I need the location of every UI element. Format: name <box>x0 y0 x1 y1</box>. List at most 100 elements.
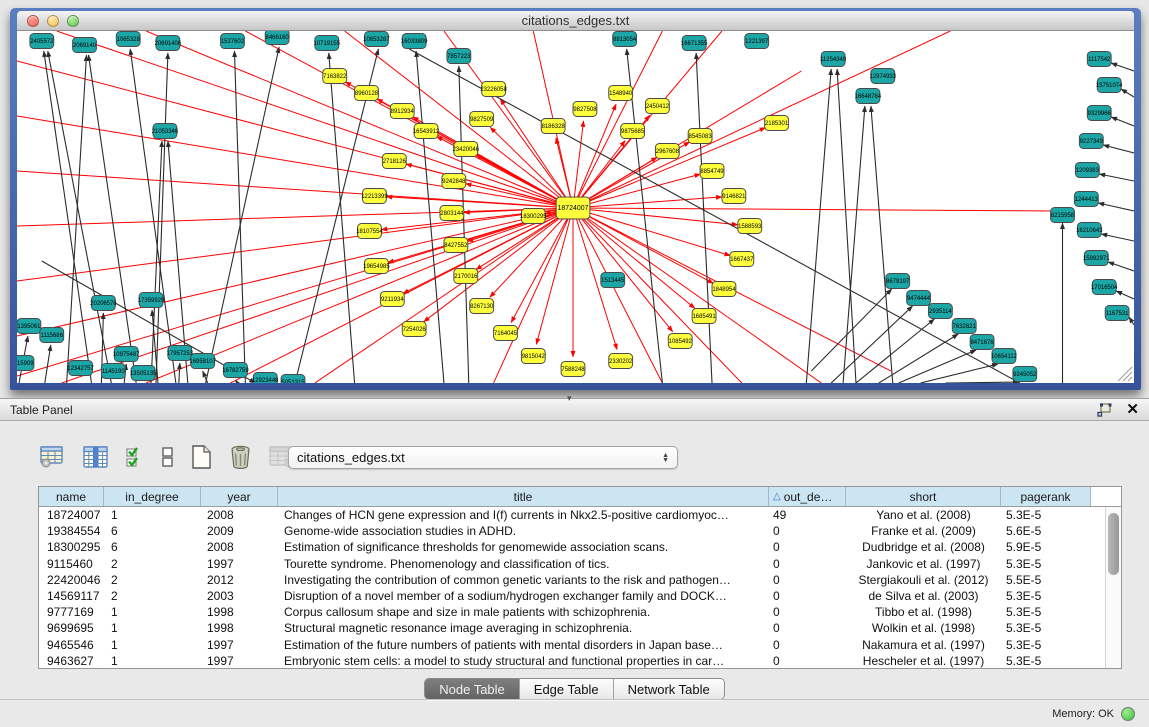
graph-node[interactable]: 7254026 <box>402 322 426 337</box>
graph-node[interactable]: 12974933 <box>870 69 897 84</box>
graph-node[interactable]: 8960128 <box>355 86 379 101</box>
table-row[interactable]: 1456911722003Disruption of a novel membe… <box>39 588 1105 604</box>
graph-node[interactable]: 9815042 <box>521 349 545 364</box>
graph-node[interactable]: 16958107 <box>189 354 216 369</box>
graph-node[interactable]: 1115686 <box>40 328 64 343</box>
graph-node[interactable]: 16543912 <box>413 124 440 139</box>
graph-node[interactable]: 1209383 <box>1075 163 1099 178</box>
graph-node[interactable]: 5051315 <box>281 375 305 384</box>
table-vertical-scrollbar[interactable] <box>1105 507 1121 668</box>
graph-node[interactable]: 2718126 <box>382 154 406 169</box>
graph-node[interactable]: 20206576 <box>90 296 117 311</box>
graph-node[interactable]: 9474444 <box>907 291 931 306</box>
graph-node[interactable]: 7857223 <box>447 49 471 64</box>
graph-node[interactable]: 1548940 <box>609 86 633 101</box>
graph-node[interactable]: 16210643 <box>1076 223 1103 238</box>
graph-node[interactable]: 1667437 <box>730 252 754 267</box>
graph-node[interactable]: 8267130 <box>470 299 494 314</box>
graph-node[interactable]: 23226058 <box>480 82 507 97</box>
graph-node[interactable]: 19654985 <box>363 259 390 274</box>
graph-node[interactable]: 16782759 <box>222 363 249 378</box>
graph-node[interactable]: 1527602 <box>221 34 245 49</box>
graph-node[interactable]: 2803144 <box>440 206 464 221</box>
graph-node[interactable]: 2967608 <box>655 144 679 159</box>
table-row[interactable]: 2242004622012Investigating the contribut… <box>39 572 1105 588</box>
graph-node[interactable]: 2935114 <box>928 304 952 319</box>
graph-node[interactable]: 7163822 <box>323 69 347 84</box>
memory-status-indicator[interactable] <box>1121 707 1135 721</box>
column-header-short[interactable]: short <box>846 487 1001 506</box>
graph-node[interactable]: 1085492 <box>668 334 692 349</box>
graph-node[interactable]: 7632621 <box>952 319 976 334</box>
panel-collapse-handle-icon[interactable]: ▾ <box>567 393 572 404</box>
table-row[interactable]: 1872400712008Changes of HCN gene express… <box>39 507 1105 523</box>
graph-node[interactable]: 1395061 <box>17 319 41 334</box>
graph-node[interactable]: 3915909 <box>17 356 34 371</box>
graph-node[interactable]: 17016504 <box>1091 280 1118 295</box>
graph-node[interactable]: 8215958 <box>1051 208 1075 223</box>
graph-node[interactable]: 20691406 <box>155 36 182 51</box>
graph-node[interactable]: 15992971 <box>1083 251 1110 266</box>
column-header-pagerank[interactable]: pagerank <box>1001 487 1091 506</box>
graph-node[interactable]: 8854749 <box>700 164 724 179</box>
table-row[interactable]: 1938455462009Genome-wide association stu… <box>39 523 1105 539</box>
graph-node[interactable]: 7164045 <box>494 326 518 341</box>
network-window-titlebar[interactable]: citations_edges.txt <box>17 11 1134 31</box>
select-columns-icon[interactable] <box>125 447 145 468</box>
graph-node[interactable]: 8427552 <box>444 238 468 253</box>
graph-node[interactable]: 1848954 <box>712 282 736 297</box>
graph-node[interactable]: 8471676 <box>970 335 994 350</box>
graph-node[interactable]: 18724007 <box>556 197 590 219</box>
table-selector-dropdown[interactable]: citations_edges.txt ▲▼ <box>288 446 678 469</box>
table-row[interactable]: 969969511998Structural magnetic resonanc… <box>39 620 1105 636</box>
graph-node[interactable]: 8545083 <box>688 129 712 144</box>
tab-edge-table[interactable]: Edge Table <box>520 679 614 699</box>
graph-node[interactable]: 8186328 <box>541 119 565 134</box>
graph-node[interactable]: 2405572 <box>30 34 54 49</box>
graph-node[interactable]: 11254349 <box>820 52 847 67</box>
show-columns-icon[interactable] <box>83 446 108 468</box>
graph-node[interactable]: 18300295 <box>520 209 547 224</box>
citation-network-graph[interactable]: 18724007 7163822 8960128 8912934 1654391… <box>17 31 1134 383</box>
graph-node[interactable]: 16033809 <box>401 34 428 49</box>
delete-table-icon[interactable] <box>229 445 252 469</box>
graph-node[interactable]: 15751074 <box>1096 78 1123 93</box>
close-panel-icon[interactable]: ✕ <box>1126 402 1139 417</box>
graph-node[interactable]: 17359929 <box>138 293 165 308</box>
graph-node[interactable]: 9245052 <box>1013 367 1037 382</box>
column-header-name[interactable]: name <box>39 487 104 506</box>
graph-node[interactable]: 9329966 <box>1087 106 1111 121</box>
tab-network-table[interactable]: Network Table <box>614 679 724 699</box>
graph-node[interactable]: 9875685 <box>621 124 645 139</box>
graph-node[interactable]: 9827508 <box>573 102 597 117</box>
graph-node[interactable]: 21053346 <box>152 124 179 139</box>
table-row[interactable]: 946362711997Embryonic stem cells: a mode… <box>39 653 1105 668</box>
graph-node[interactable]: 9146821 <box>722 189 746 204</box>
graph-node[interactable]: 2069140 <box>73 38 97 53</box>
graph-node[interactable]: 1065328 <box>116 32 140 47</box>
graph-node[interactable]: 18107554 <box>356 224 383 239</box>
table-row[interactable]: 977716911998Corpus callosum shape and si… <box>39 604 1105 620</box>
graph-node[interactable]: 1513445 <box>601 273 625 288</box>
graph-node[interactable]: 10654112 <box>991 349 1018 364</box>
new-table-icon[interactable] <box>190 445 212 469</box>
table-row[interactable]: 911546021997Tourette syndrome. Phenomeno… <box>39 556 1105 572</box>
graph-node[interactable]: 1685491 <box>692 309 716 324</box>
column-header-out_de[interactable]: △out_de… <box>769 487 846 506</box>
graph-node[interactable]: 1588593 <box>738 219 762 234</box>
graph-node[interactable]: 1145190 <box>101 364 125 379</box>
graph-node[interactable]: 12923448 <box>252 373 279 384</box>
graph-node[interactable]: 8912934 <box>390 104 414 119</box>
table-row[interactable]: 1830029562008Estimation of significance … <box>39 539 1105 555</box>
graph-node[interactable]: 16671355 <box>681 36 708 51</box>
column-header-title[interactable]: title <box>278 487 769 506</box>
table-row[interactable]: 946554611997Estimation of the future num… <box>39 637 1105 653</box>
graph-node[interactable]: 2185301 <box>765 116 789 131</box>
graph-node[interactable]: 7588248 <box>561 362 585 377</box>
row-height-icon[interactable] <box>162 447 173 467</box>
graph-node[interactable]: 2450412 <box>645 99 669 114</box>
graph-node[interactable]: 13505135 <box>130 366 157 381</box>
graph-node[interactable]: 2330202 <box>609 354 633 369</box>
graph-node[interactable]: 9227349 <box>1079 134 1103 149</box>
graph-node[interactable]: 10975487 <box>113 347 140 362</box>
